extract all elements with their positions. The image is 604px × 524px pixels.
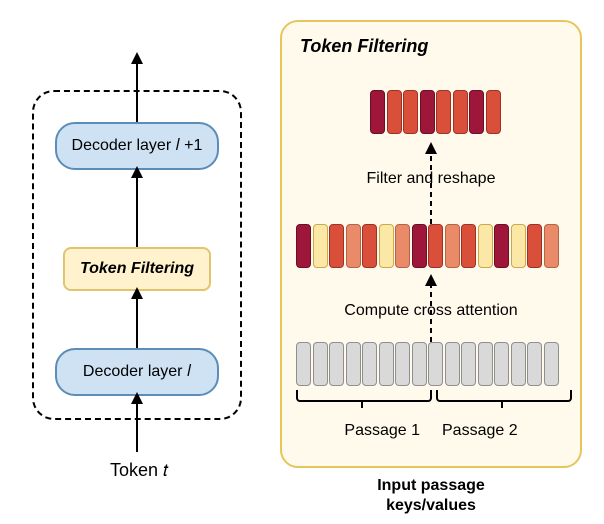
scored-token (478, 224, 493, 268)
input-token (412, 342, 427, 386)
token-filtering-detail-box: Token Filtering Filter and reshape (280, 20, 582, 468)
input-token (461, 342, 476, 386)
input-token (313, 342, 328, 386)
decoder-bot-label: Decoder layer 𝑙 (83, 363, 191, 381)
input-token (544, 342, 559, 386)
arrow-bot-to-filter (129, 287, 145, 349)
input-token (478, 342, 493, 386)
token-filtering-module: Token Filtering (63, 247, 211, 291)
filtered-token (420, 90, 435, 134)
compute-cross-attention-label: Compute cross attention (282, 302, 580, 320)
filtered-token (370, 90, 385, 134)
token-t-label: Token 𝑡 (110, 460, 168, 481)
input-token (346, 342, 361, 386)
input-token (445, 342, 460, 386)
scored-token (544, 224, 559, 268)
decoder-layer-l: Decoder layer 𝑙 (55, 348, 219, 396)
input-token (527, 342, 542, 386)
filtered-token (469, 90, 484, 134)
arrow-filter-to-top (129, 166, 145, 248)
scored-token (461, 224, 476, 268)
arrow-out-top (129, 52, 145, 122)
bracket-tick (501, 400, 503, 408)
arrow-token-in (129, 392, 145, 452)
scored-token (412, 224, 427, 268)
input-token (379, 342, 394, 386)
scored-token (346, 224, 361, 268)
passage-2-bracket (436, 390, 572, 402)
scored-token (329, 224, 344, 268)
decoder-stack-box: Decoder layer 𝑙 +1 Token Filtering Decod… (32, 90, 242, 420)
scored-token (395, 224, 410, 268)
diagram-root: Decoder layer 𝑙 +1 Token Filtering Decod… (0, 0, 604, 524)
passage-labels-row: Passage 1 Passage 2 (282, 422, 580, 440)
input-keys-caption: Input passage keys/values (280, 476, 582, 516)
scored-token (511, 224, 526, 268)
scored-token (296, 224, 311, 268)
input-token (428, 342, 443, 386)
filtered-token (486, 90, 501, 134)
filtered-token-row (370, 90, 501, 134)
filtered-token (453, 90, 468, 134)
input-token (494, 342, 509, 386)
input-token (296, 342, 311, 386)
input-token-row (296, 342, 559, 386)
filtered-token (403, 90, 418, 134)
scored-token (362, 224, 377, 268)
input-token (395, 342, 410, 386)
scored-token (494, 224, 509, 268)
scored-token (313, 224, 328, 268)
token-filter-label: Token Filtering (80, 260, 194, 278)
passage-1-bracket (296, 390, 432, 402)
scored-token (379, 224, 394, 268)
arrow-mid-to-top (423, 142, 439, 224)
input-token (511, 342, 526, 386)
bracket-tick (361, 400, 363, 408)
input-token (329, 342, 344, 386)
filtered-token (387, 90, 402, 134)
passage-2-label: Passage 2 (442, 422, 518, 440)
scored-token (445, 224, 460, 268)
scored-token (428, 224, 443, 268)
input-token (362, 342, 377, 386)
decoder-layer-l-plus-1: Decoder layer 𝑙 +1 (55, 122, 219, 170)
scored-token-row (296, 224, 559, 268)
filtered-token (436, 90, 451, 134)
scored-token (527, 224, 542, 268)
decoder-top-label: Decoder layer 𝑙 +1 (72, 137, 203, 155)
right-title: Token Filtering (300, 36, 428, 57)
passage-1-label: Passage 1 (344, 422, 420, 440)
